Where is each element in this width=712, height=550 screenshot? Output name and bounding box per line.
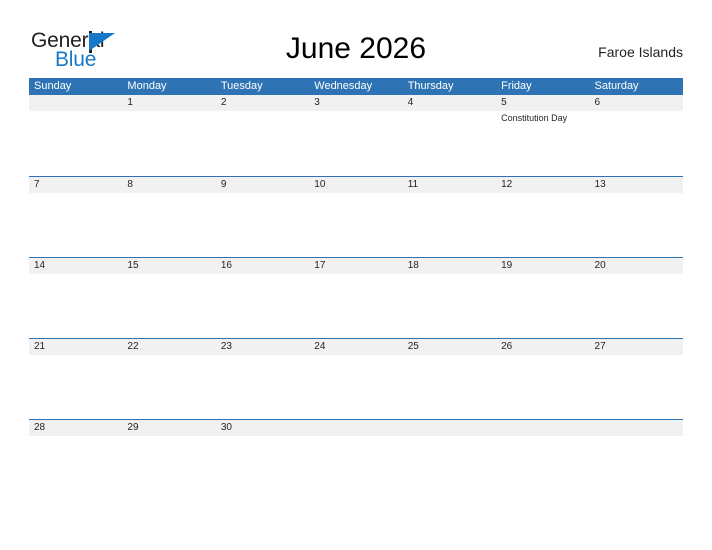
day-number: 22 [127, 341, 139, 352]
day-number [501, 420, 589, 436]
day-number: 27 [594, 341, 606, 352]
day-number: 12 [501, 179, 513, 190]
day-cell[interactable]: 30 [216, 420, 309, 500]
day-cell[interactable] [590, 420, 683, 500]
day-cell[interactable]: 28 [29, 420, 122, 500]
day-cell[interactable]: 5 Constitution Day [496, 95, 589, 176]
day-number: 18 [407, 260, 419, 271]
day-number [408, 420, 496, 436]
weekday-header-sunday: Sunday [34, 80, 72, 92]
day-number [595, 420, 683, 436]
day-cell[interactable]: 9 [216, 177, 309, 257]
day-cell[interactable]: 19 [496, 258, 589, 338]
day-number: 29 [127, 422, 139, 433]
day-cell[interactable]: 15 [122, 258, 215, 338]
day-cell[interactable]: 12 [496, 177, 589, 257]
weekday-header-monday: Monday [127, 80, 167, 92]
day-cell[interactable]: 18 [403, 258, 496, 338]
day-number: 26 [501, 341, 513, 352]
day-number [314, 420, 402, 436]
week-row: 21 22 23 24 25 26 27 [29, 338, 683, 419]
day-number: 14 [34, 260, 46, 271]
weekday-header-saturday: Saturday [594, 80, 639, 92]
day-number: 3 [314, 97, 320, 108]
day-number: 20 [594, 260, 606, 271]
day-cell[interactable]: 3 [309, 95, 402, 176]
week-row: 7 8 9 10 11 12 13 [29, 176, 683, 257]
day-number: 19 [501, 260, 513, 271]
day-cell[interactable]: 16 [216, 258, 309, 338]
day-cell[interactable] [403, 420, 496, 500]
day-cell[interactable]: 14 [29, 258, 122, 338]
day-number: 8 [127, 179, 133, 190]
day-number [34, 95, 122, 111]
day-cell[interactable]: 22 [122, 339, 215, 419]
day-cell[interactable]: 8 [122, 177, 215, 257]
day-cell[interactable]: 24 [309, 339, 402, 419]
day-number: 4 [407, 97, 414, 108]
day-cell[interactable]: 17 [309, 258, 402, 338]
day-cell[interactable]: 2 [216, 95, 309, 176]
day-event: Constitution Day [501, 113, 568, 123]
day-number: 28 [34, 422, 46, 433]
day-cell[interactable]: 7 [29, 177, 122, 257]
day-number: 17 [314, 260, 326, 271]
day-number: 10 [314, 179, 326, 190]
weekday-header-friday: Friday [501, 80, 532, 92]
day-cell[interactable]: 4 [403, 95, 496, 176]
page-header: General Blue June 2026 Faroe Islands [0, 0, 712, 76]
day-number: 21 [34, 341, 46, 352]
day-cell[interactable] [29, 95, 122, 176]
day-number: 16 [220, 260, 232, 271]
day-cell[interactable]: 10 [309, 177, 402, 257]
day-number: 5 [501, 97, 507, 108]
day-number: 24 [314, 341, 326, 352]
day-number: 9 [220, 179, 227, 190]
day-number: 30 [220, 422, 232, 433]
week-row: 14 15 16 17 18 19 20 [29, 257, 683, 338]
day-cell[interactable]: 26 [496, 339, 589, 419]
day-cell[interactable]: 1 [122, 95, 215, 176]
day-number: 11 [407, 179, 419, 190]
day-cell[interactable] [496, 420, 589, 500]
day-number: 13 [594, 179, 606, 190]
day-number: 2 [220, 97, 227, 108]
day-cell[interactable]: 20 [590, 258, 683, 338]
weekday-header-tuesday: Tuesday [220, 80, 263, 92]
day-number: 25 [407, 341, 419, 352]
day-cell[interactable]: 11 [403, 177, 496, 257]
calendar-grid: Sunday Monday Tuesday Wednesday Thursday… [29, 78, 683, 500]
day-cell[interactable]: 21 [29, 339, 122, 419]
day-cell[interactable]: 29 [122, 420, 215, 500]
day-cell[interactable]: 25 [403, 339, 496, 419]
day-cell[interactable]: 27 [590, 339, 683, 419]
day-number: 7 [34, 179, 40, 190]
week-row: 1 2 3 4 5 Constitution Day 6 [29, 95, 683, 176]
day-cell[interactable]: 13 [590, 177, 683, 257]
weekday-header-thursday: Thursday [407, 80, 454, 92]
day-number: 1 [127, 97, 133, 108]
weekday-header-row: Sunday Monday Tuesday Wednesday Thursday… [29, 78, 683, 95]
weekday-header-wednesday: Wednesday [314, 80, 373, 92]
day-cell[interactable] [309, 420, 402, 500]
week-row: 28 29 30 [29, 419, 683, 500]
day-cell[interactable]: 6 [590, 95, 683, 176]
day-number: 15 [127, 260, 139, 271]
region-label: Faroe Islands [598, 44, 683, 60]
day-number: 23 [220, 341, 232, 352]
day-number: 6 [594, 97, 601, 108]
day-cell[interactable]: 23 [216, 339, 309, 419]
